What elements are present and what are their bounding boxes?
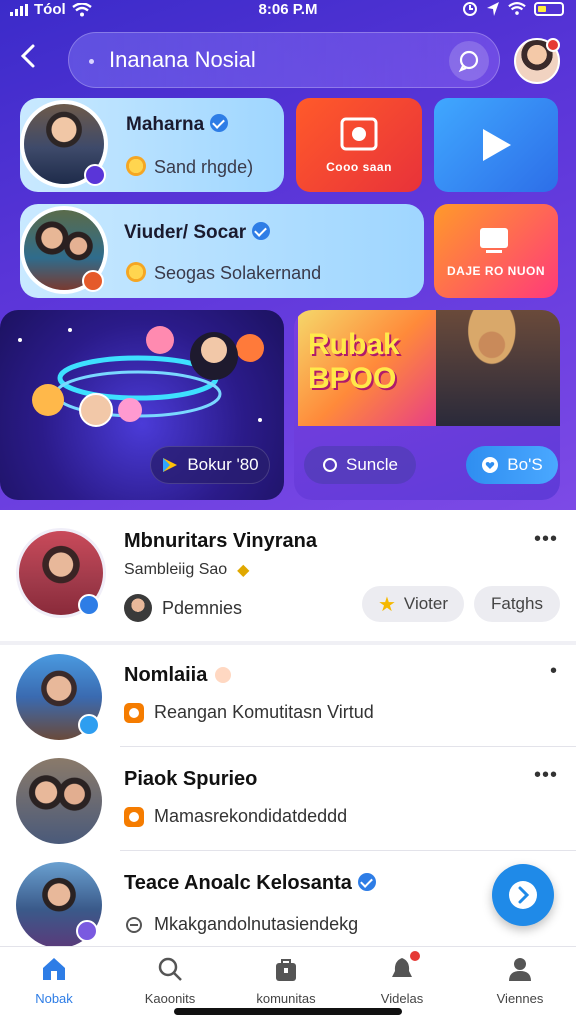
more-button[interactable]: •	[550, 660, 558, 683]
chat-button[interactable]	[449, 41, 489, 81]
banner-right[interactable]: Rubak BPOO Suncle Bo'S	[294, 310, 560, 500]
status-dot-icon	[215, 667, 232, 683]
card-subtitle: Sand rhgde)	[126, 156, 253, 178]
list-avatar	[16, 758, 102, 844]
card-2-badge	[82, 270, 104, 292]
community-icon	[124, 702, 144, 723]
featured-badge	[78, 594, 100, 616]
voter-chip[interactable]: ★ Vioter	[362, 586, 464, 622]
banner-art-guitarist	[436, 310, 560, 426]
list-badge-icon	[76, 920, 98, 942]
coin-icon	[126, 156, 146, 176]
community-icon	[124, 806, 144, 827]
list-item-subtitle: Reangan Komutitasn Virtud	[124, 702, 374, 723]
featured-name: Mbnuritars Vinyrana	[124, 530, 318, 552]
verified-icon	[252, 222, 271, 240]
featured-subtitle: Sambleiig Sao ◆	[124, 561, 250, 579]
app-header: Inanana Nosial	[0, 28, 576, 90]
search-dot-icon	[89, 59, 94, 64]
list-item-name: Nomlaiia	[124, 664, 232, 687]
film-tile-label: Cooo saan	[326, 160, 392, 174]
header-title: Inanana Nosial	[109, 47, 256, 72]
play-icon	[483, 129, 511, 161]
battery-icon	[534, 2, 564, 16]
list-item-subtitle: Mkakgandolnutasiendekg	[124, 914, 358, 935]
home-indicator	[174, 1008, 402, 1015]
owner-avatar	[124, 594, 152, 622]
more-button[interactable]: •••	[534, 528, 558, 551]
display-tile-label: DAJE RO NUON	[446, 264, 545, 278]
banner-left-button[interactable]: Bokur '80	[150, 446, 270, 484]
list-item[interactable]: Nomlaiia • Reangan Komutitasn Virtud	[0, 650, 576, 750]
fatghs-chip[interactable]: Fatghs	[474, 586, 560, 622]
banner-right-button-2[interactable]: Bo'S	[466, 446, 558, 484]
back-button[interactable]	[18, 42, 48, 76]
list-item-name: Teace Anoalc Kelosanta	[124, 872, 376, 895]
floating-action-button[interactable]	[492, 864, 554, 926]
more-button[interactable]: •••	[534, 764, 558, 787]
banner-title: Rubak BPOO	[308, 328, 400, 395]
card-name: Maharna	[126, 114, 229, 136]
list-item[interactable]: Piaok Spurieo ••• Mamasrekondidatdeddd	[0, 754, 576, 854]
film-icon	[340, 117, 378, 151]
display-icon	[480, 228, 508, 253]
film-tile[interactable]: Cooo saan	[296, 98, 422, 192]
search-icon	[156, 955, 184, 983]
play-tile[interactable]	[434, 98, 558, 192]
banner-right-button-1[interactable]: Suncle	[304, 446, 416, 484]
divider	[120, 850, 576, 851]
featured-community[interactable]: Mbnuritars Vinyrana Sambleiig Sao ◆ ••• P…	[0, 516, 576, 642]
chevron-right-icon	[509, 881, 537, 909]
home-icon	[40, 955, 68, 983]
play-triangle-icon	[163, 458, 178, 472]
featured-owner[interactable]: Pdemnies	[124, 594, 242, 622]
bag-icon	[272, 955, 300, 983]
chat-bubble-icon	[458, 50, 479, 72]
list-item[interactable]: Teace Anoalc Kelosanta Mkakgandolnutasie…	[0, 858, 576, 948]
verified-icon	[210, 114, 229, 132]
diamond-icon: ◆	[237, 562, 250, 579]
status-bar: Tóol 8:06 P.M	[0, 0, 576, 22]
verified-icon	[357, 873, 376, 891]
location-icon	[487, 2, 499, 16]
coin-icon	[126, 262, 146, 282]
search-bar[interactable]: Inanana Nosial	[68, 32, 500, 88]
card-1-badge	[84, 164, 106, 186]
bell-icon	[388, 949, 422, 983]
chevron-left-icon	[20, 44, 35, 68]
circle-icon	[323, 458, 337, 472]
list-item-subtitle: Mamasrekondidatdeddd	[124, 806, 347, 827]
nav-videos[interactable]: Videlas	[352, 949, 452, 1006]
card-name: Viuder/ Socar	[124, 222, 271, 244]
refresh-icon	[126, 916, 142, 933]
notification-dot	[546, 38, 560, 52]
person-icon	[506, 955, 534, 983]
profile-avatar[interactable]	[514, 38, 560, 84]
heart-chat-icon	[482, 457, 499, 473]
display-tile[interactable]: DAJE RO NUON	[434, 204, 558, 298]
twitter-badge-icon	[78, 714, 100, 736]
wifi-status-icon	[508, 2, 526, 15]
alarm-icon	[463, 2, 477, 16]
star-icon: ★	[377, 593, 396, 616]
nav-home[interactable]: Nobak	[4, 955, 104, 1006]
card-subtitle: Seogas Solakernand	[126, 262, 321, 284]
section-divider	[0, 641, 576, 645]
divider	[120, 746, 576, 747]
nav-profile[interactable]: Viennes	[470, 955, 570, 1006]
nav-community[interactable]: komunitas	[236, 955, 336, 1006]
nav-search[interactable]: Kaoonits	[120, 955, 220, 1006]
banner-left[interactable]: Bokur '80	[0, 310, 284, 500]
list-item-name: Piaok Spurieo	[124, 768, 258, 790]
nav-notification-dot	[408, 949, 422, 963]
